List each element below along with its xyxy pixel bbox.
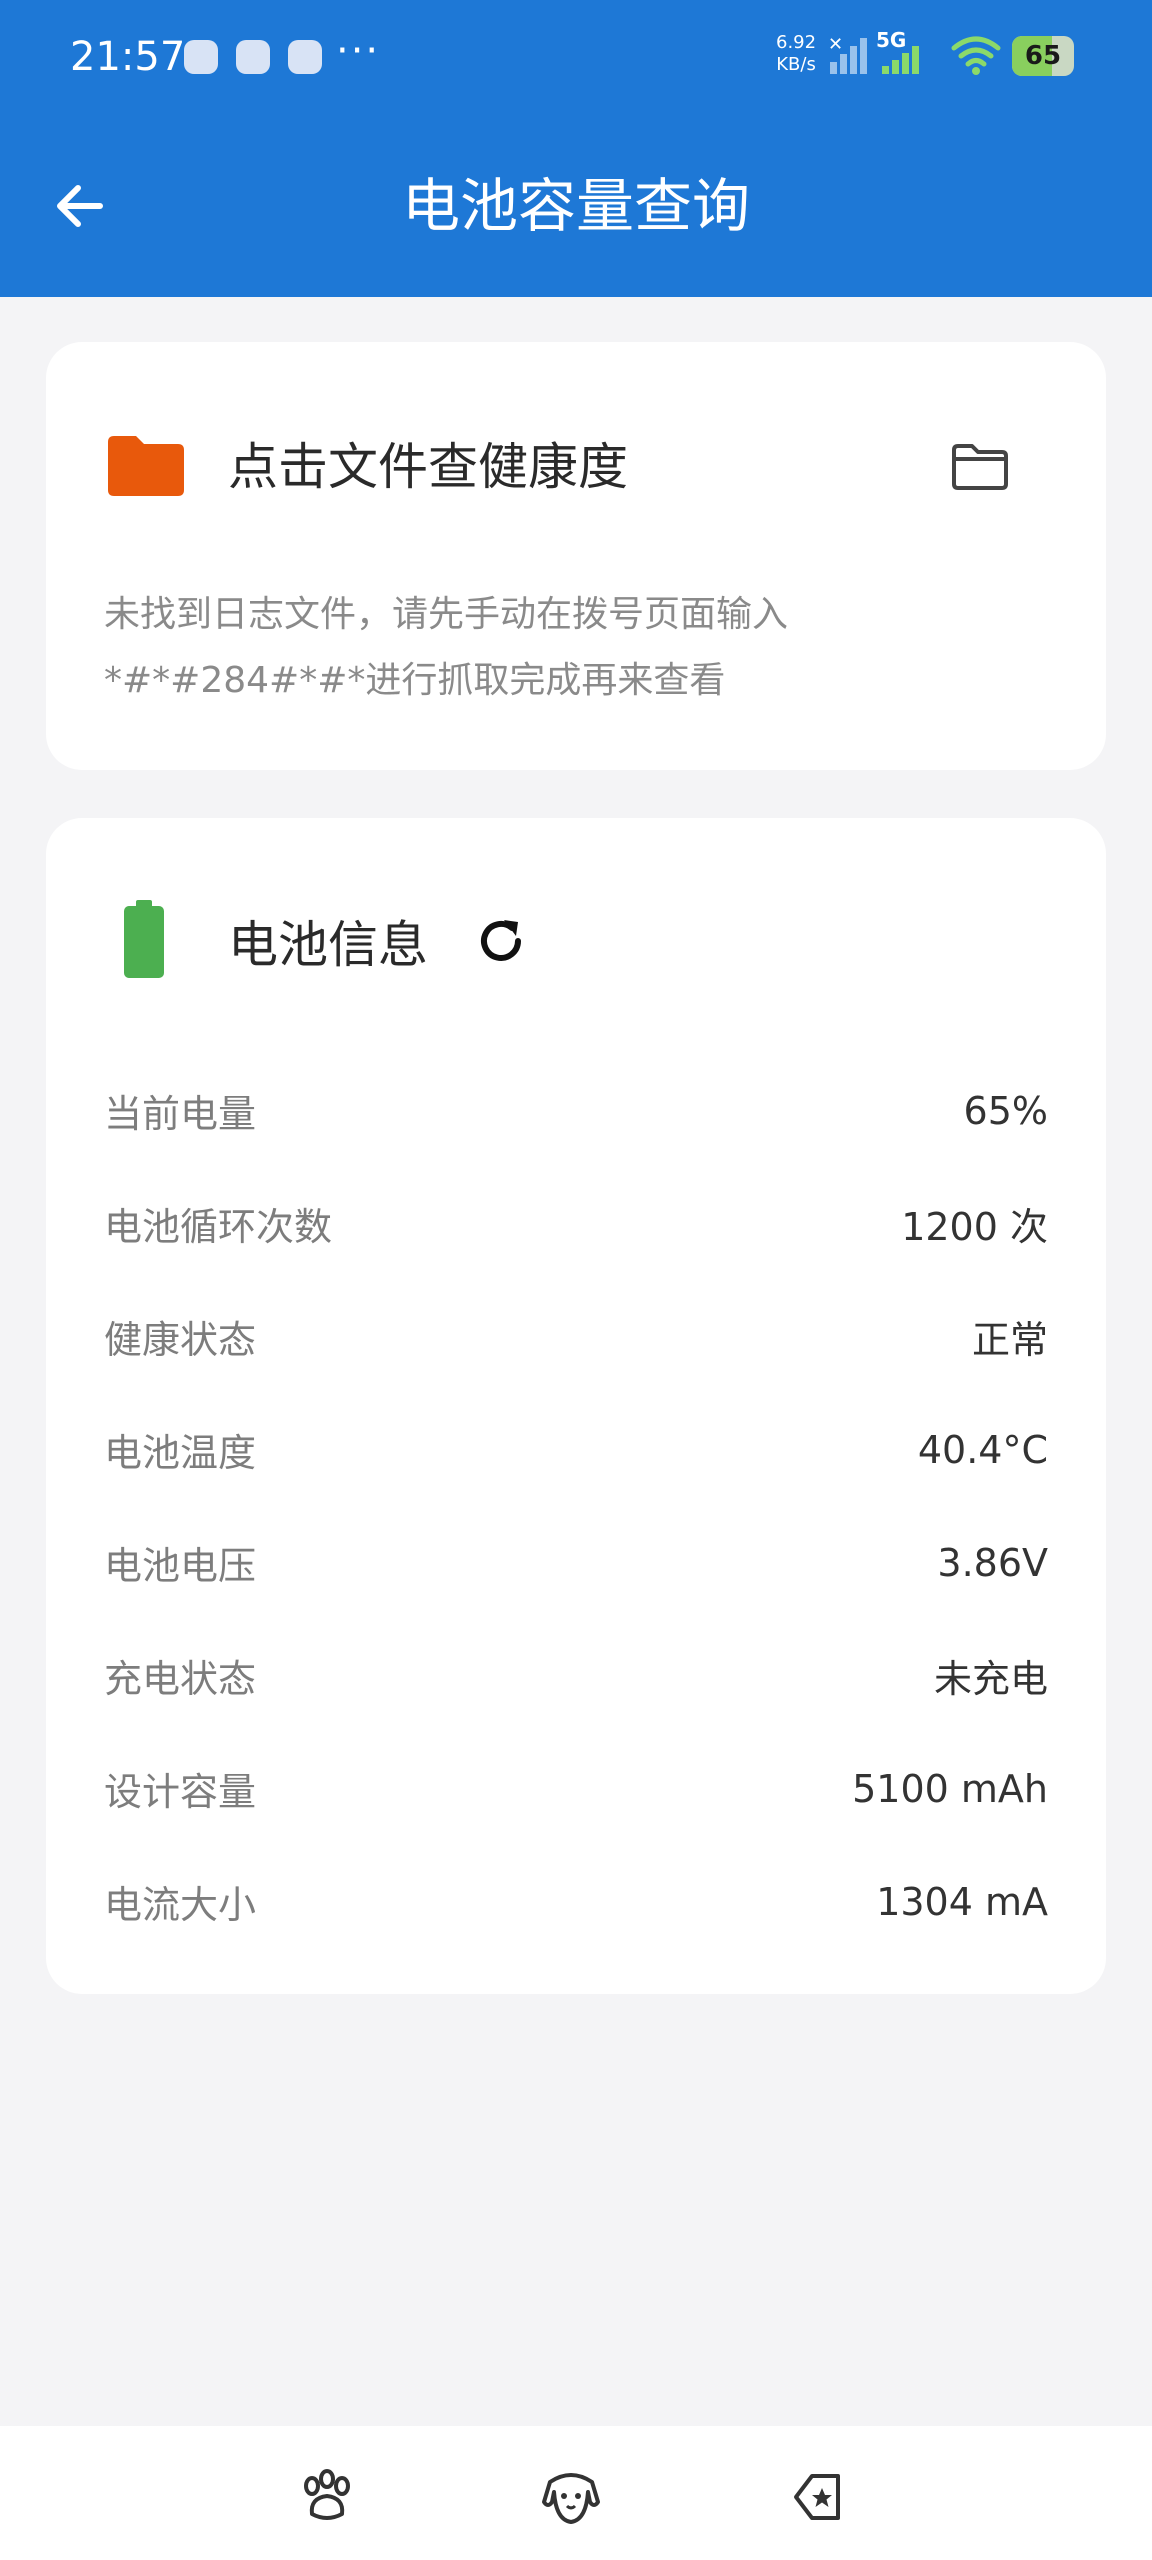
note-line-2: *#*#284#*#*进行抓取完成再来查看 <box>104 660 726 701</box>
music-notification-icon <box>236 40 270 74</box>
more-notifications-icon: ··· <box>336 28 381 74</box>
star-tag-icon[interactable] <box>782 2462 852 2532</box>
row-cycle-count: 电池循环次数 1200 次 <box>104 1167 1048 1280</box>
app-notification-icon <box>288 40 322 74</box>
net-speed: 6.92 KB/s <box>776 32 816 76</box>
row-label: 电池温度 <box>104 1431 257 1475</box>
row-label: 电流大小 <box>104 1883 257 1927</box>
battery-card-title: 电池信息 <box>228 916 428 974</box>
row-value: 1304 mA <box>876 1879 1048 1924</box>
paw-icon[interactable] <box>292 2462 362 2532</box>
note-line-1: 未找到日志文件，请先手动在拨号页面输入 <box>104 594 789 635</box>
row-voltage: 电池电压 3.86V <box>104 1506 1048 1619</box>
row-value: 未充电 <box>933 1657 1048 1701</box>
row-value: 3.86V <box>937 1540 1048 1585</box>
dog-icon[interactable] <box>536 2462 606 2532</box>
net-speed-value: 6.92 <box>776 32 817 53</box>
battery-info-list: 当前电量 65% 电池循环次数 1200 次 健康状态 正常 电池温度 40.4… <box>104 1054 1048 1958</box>
folder-outline-icon[interactable] <box>950 442 1010 492</box>
row-health: 健康状态 正常 <box>104 1280 1048 1393</box>
svg-text:✕: ✕ <box>828 36 843 55</box>
row-label: 设计容量 <box>104 1770 257 1814</box>
row-current: 电流大小 1304 mA <box>104 1845 1048 1958</box>
row-value: 40.4°C <box>917 1427 1048 1472</box>
status-time: 21:57 <box>70 34 186 80</box>
refresh-icon[interactable] <box>474 914 528 968</box>
row-label: 电池循环次数 <box>104 1205 333 1249</box>
file-card-note: 未找到日志文件，请先手动在拨号页面输入 *#*#284#*#*进行抓取完成再来查… <box>104 582 1004 714</box>
status-battery-percent: 65 <box>1024 41 1062 71</box>
bottom-nav <box>0 2426 1152 2560</box>
file-health-card[interactable]: 点击文件查健康度 未找到日志文件，请先手动在拨号页面输入 *#*#284#*#*… <box>46 342 1106 770</box>
row-value: 65% <box>963 1088 1048 1133</box>
folder-icon <box>108 436 184 496</box>
row-label: 电池电压 <box>104 1544 257 1588</box>
file-card-title: 点击文件查健康度 <box>228 438 628 496</box>
row-current-level: 当前电量 65% <box>104 1054 1048 1167</box>
row-value: 1200 次 <box>901 1205 1048 1249</box>
row-label: 充电状态 <box>104 1657 257 1701</box>
row-temperature: 电池温度 40.4°C <box>104 1393 1048 1506</box>
row-design-capacity: 设计容量 5100 mAh <box>104 1732 1048 1845</box>
status-bar: 21:57 ··· 6.92 KB/s ✕ 5G 65 <box>0 0 1152 115</box>
status-battery-icon: 65 <box>1012 36 1074 76</box>
chat-notification-icon <box>184 40 218 74</box>
wifi-icon <box>951 36 1001 75</box>
signal-strength-icon: ✕ <box>828 36 867 74</box>
row-value: 正常 <box>971 1318 1048 1362</box>
battery-icon <box>124 900 164 978</box>
row-value: 5100 mAh <box>852 1766 1048 1811</box>
row-label: 当前电量 <box>104 1092 257 1136</box>
row-charging-state: 充电状态 未充电 <box>104 1619 1048 1732</box>
battery-info-card: 电池信息 当前电量 65% 电池循环次数 1200 次 健康状态 正常 电池温度… <box>46 818 1106 1994</box>
signal-5g-icon <box>882 46 919 74</box>
app-bar: 21:57 ··· 6.92 KB/s ✕ 5G 65 电池容量查询 <box>0 0 1152 297</box>
net-speed-unit: KB/s <box>776 54 816 75</box>
row-label: 健康状态 <box>104 1318 257 1362</box>
page-title: 电池容量查询 <box>401 172 750 240</box>
